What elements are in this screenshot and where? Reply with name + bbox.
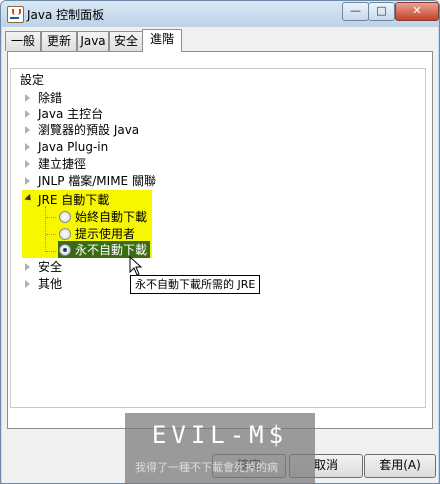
tooltip: 永不自動下載所需的 JRE [130, 275, 261, 294]
expand-arrow-icon[interactable] [25, 94, 30, 102]
java-cup-icon [7, 6, 24, 23]
tree-root-label: 設定 [20, 73, 45, 87]
title-bar[interactable]: Java 控制面板 — □ ✕ [1, 1, 439, 27]
window-title: Java 控制面板 [27, 8, 105, 22]
tab-advanced[interactable]: 進階 [142, 29, 182, 52]
tree-item-label: JRE 自動下載 [38, 193, 110, 207]
tree-item-label: Java Plug-in [38, 140, 109, 154]
expand-arrow-icon[interactable] [25, 126, 30, 134]
tab-update[interactable]: 更新 [41, 31, 77, 51]
close-button[interactable]: ✕ [395, 2, 439, 21]
tree-item-label: 建立捷徑 [38, 157, 87, 171]
radio-button-selected[interactable] [59, 244, 71, 256]
tree-item-label: Java 主控台 [38, 107, 104, 121]
expand-arrow-icon[interactable] [25, 263, 30, 271]
mouse-cursor-icon [129, 256, 143, 276]
radio-label: 始終自動下載 [75, 210, 148, 224]
radio-button[interactable] [59, 211, 71, 223]
tree-item-label: 其他 [38, 277, 63, 291]
expand-arrow-icon[interactable] [25, 143, 30, 151]
tree-item-label: 安全 [38, 260, 63, 274]
tree-item-label: JNLP 檔案/MIME 關聯 [38, 174, 156, 188]
expand-arrow-icon[interactable] [25, 280, 30, 288]
minimize-button[interactable]: — [342, 2, 369, 21]
tab-security[interactable]: 安全 [109, 31, 143, 51]
tree-guide-line [46, 251, 56, 252]
radio-button[interactable] [59, 228, 71, 240]
tree-guide-line [46, 217, 56, 218]
tree-guide-line [45, 206, 46, 252]
expand-arrow-icon[interactable] [25, 110, 30, 118]
tree-guide-line [46, 234, 56, 235]
expand-arrow-icon[interactable] [25, 160, 30, 168]
watermark-caption: 我得了一種不下載會死掉的病 [135, 461, 278, 474]
watermark-logo: EVIL-M$ [151, 421, 289, 449]
apply-button[interactable]: 套用(A) [364, 454, 436, 478]
watermark: EVIL-M$ 我得了一種不下載會死掉的病 [125, 413, 315, 484]
expand-arrow-icon[interactable] [25, 177, 30, 185]
tree-item-label: 瀏覽器的預設 Java [38, 123, 140, 137]
tab-java[interactable]: Java [77, 31, 109, 51]
tab-general[interactable]: 一般 [5, 31, 41, 51]
tree-item-label: 除錯 [38, 91, 63, 105]
maximize-button[interactable]: □ [368, 2, 395, 21]
radio-label: 提示使用者 [75, 227, 136, 241]
